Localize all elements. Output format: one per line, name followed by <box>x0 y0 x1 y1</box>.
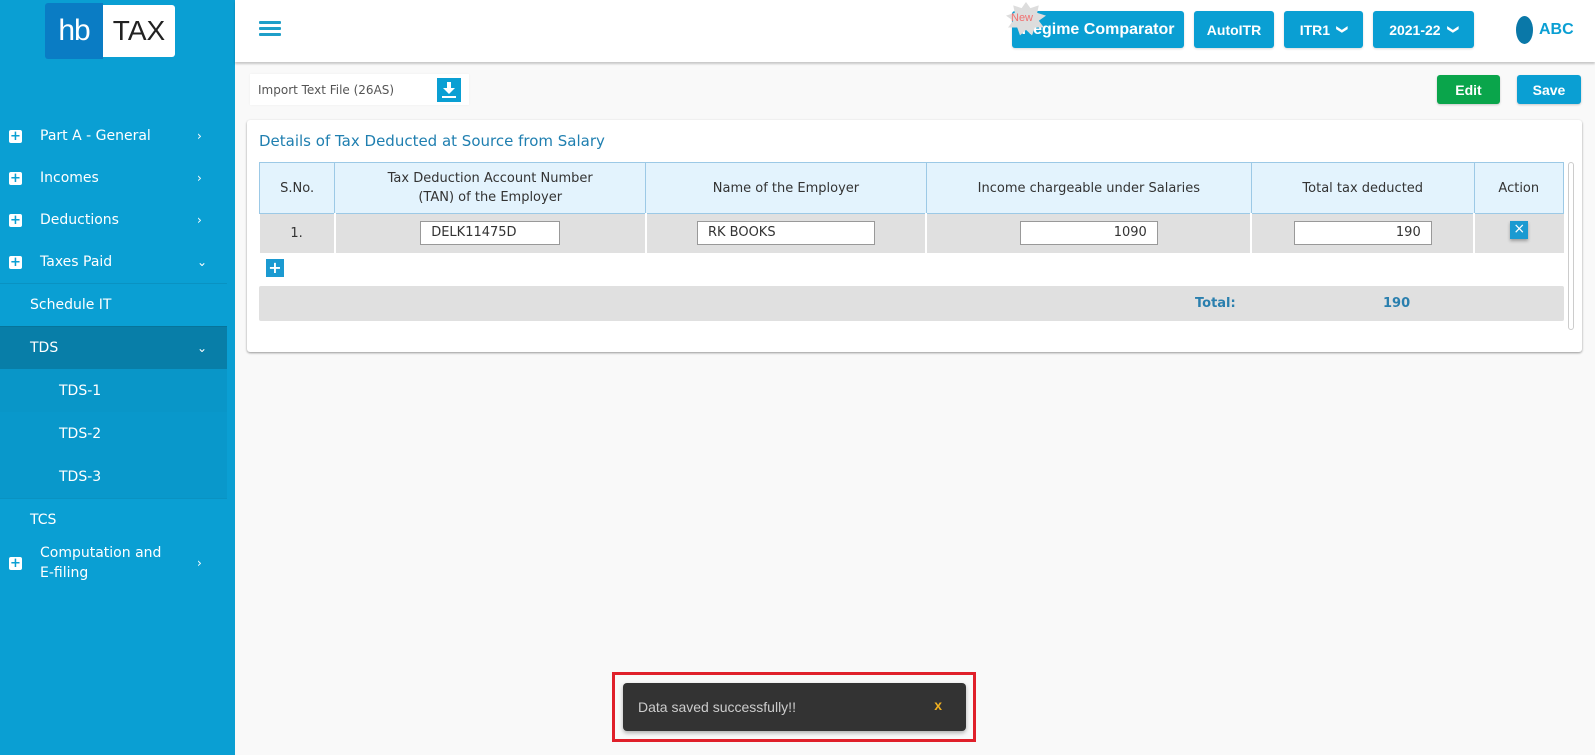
total-label: Total: <box>1195 296 1236 311</box>
sidebar-item-label: Computation and E-filing <box>40 545 162 581</box>
save-label: Save <box>1532 81 1566 98</box>
assessment-year-value: 2021-22 <box>1389 21 1441 38</box>
tax-deducted-input[interactable]: 190 <box>1293 221 1432 246</box>
add-row-button[interactable]: + <box>266 259 284 277</box>
plus-square-icon: + <box>9 170 22 186</box>
col-income: Income chargeable under Salaries <box>925 162 1252 214</box>
col-employer: Name of the Employer <box>645 162 927 214</box>
logo-hb: hb <box>45 3 103 59</box>
sidebar-item-label: TDS-1 <box>59 382 102 399</box>
avatar <box>1516 16 1533 44</box>
chevron-down-icon: ⌄ <box>197 255 208 269</box>
sidebar-item-label: TDS-2 <box>59 425 102 442</box>
chevron-right-icon: › <box>197 213 202 227</box>
col-action: Action <box>1473 162 1565 214</box>
new-badge: New <box>1006 2 1046 36</box>
autoitr-button[interactable]: AutoITR <box>1194 11 1274 48</box>
import-text-file: Import Text File (26AS) <box>250 74 469 105</box>
autoitr-label: AutoITR <box>1206 21 1262 38</box>
edit-label: Edit <box>1455 81 1482 98</box>
hamburger-menu-icon[interactable] <box>259 21 281 37</box>
tds-table: S.No. Tax Deduction Account Number (TAN)… <box>258 162 1565 253</box>
col-tan-line2: (TAN) of the Employer <box>418 190 563 205</box>
sidebar-item-label: TCS <box>30 512 57 528</box>
edit-button[interactable]: Edit <box>1437 75 1500 104</box>
sidebar-item-label: Deductions <box>40 212 119 228</box>
income-cell: 1090 <box>926 213 1253 253</box>
itr-form-dropdown[interactable]: ITR1 ❯ <box>1284 11 1363 48</box>
employer-cell: RK BOOKS <box>645 213 928 253</box>
chevron-down-icon: ⌄ <box>197 341 208 355</box>
chevron-down-icon: ❯ <box>1446 24 1459 35</box>
import-download-button[interactable] <box>437 78 461 102</box>
delete-row-button[interactable]: × <box>1510 221 1529 240</box>
total-value: 190 <box>1383 296 1411 311</box>
import-label: Import Text File (26AS) <box>258 82 395 97</box>
card-title: Details of Tax Deducted at Source from S… <box>259 132 605 150</box>
chevron-down-icon: ❯ <box>1336 24 1349 35</box>
plus-square-icon: + <box>9 128 22 144</box>
table-scrollbar[interactable] <box>1568 162 1574 330</box>
col-tan: Tax Deduction Account Number (TAN) of th… <box>334 162 647 214</box>
logo-tax: TAX <box>103 5 175 57</box>
plus-square-icon: + <box>9 254 22 270</box>
plus-square-icon: + <box>9 555 22 571</box>
sidebar-item-schedule-it[interactable]: Schedule IT <box>0 283 227 326</box>
tan-cell: DELK11475D <box>334 213 647 253</box>
sidebar-item-label: Taxes Paid <box>40 254 113 270</box>
sidebar-item-tcs[interactable]: TCS <box>0 498 227 541</box>
tax-cell: 190 <box>1251 213 1476 253</box>
assessment-year-dropdown[interactable]: 2021-22 ❯ <box>1373 11 1474 48</box>
sidebar-item-taxes-paid[interactable]: + Taxes Paid ⌄ <box>0 241 227 283</box>
sidebar-item-label: TDS <box>30 340 59 356</box>
toast-notification: Data saved successfully!! x <box>623 683 966 731</box>
chevron-right-icon: › <box>197 556 202 570</box>
sidebar-item-part-a-general[interactable]: + Part A - General › <box>0 115 227 157</box>
sidebar-item-label: Schedule IT <box>30 297 112 313</box>
sidebar: hb TAX + Part A - General › + Incomes › … <box>0 0 235 755</box>
col-tax: Total tax deducted <box>1250 162 1475 214</box>
save-button[interactable]: Save <box>1517 75 1581 104</box>
new-badge-text: New <box>1011 12 1034 24</box>
employer-name-input[interactable]: RK BOOKS <box>696 221 875 246</box>
user-name: ABC <box>1539 21 1574 38</box>
itr-form-value: ITR1 <box>1299 21 1331 38</box>
action-cell: × <box>1474 213 1564 253</box>
chevron-right-icon: › <box>197 171 202 185</box>
sidebar-item-incomes[interactable]: + Incomes › <box>0 157 227 199</box>
total-row: Total: 190 <box>259 286 1564 321</box>
table-row: 1. DELK11475D RK BOOKS 1090 190 × <box>259 213 1564 253</box>
sidebar-item-tds[interactable]: TDS ⌄ <box>0 326 227 369</box>
sidebar-item-label: Part A - General <box>40 128 151 144</box>
sidebar-nav: + Part A - General › + Incomes › + Deduc… <box>0 115 227 585</box>
toast-message: Data saved successfully!! <box>638 699 796 715</box>
top-header: Regime Comparator New AutoITR ITR1 ❯ 202… <box>235 0 1595 62</box>
row-sno: 1. <box>259 213 336 253</box>
col-tan-line1: Tax Deduction Account Number <box>387 171 593 186</box>
sidebar-item-label: TDS-3 <box>59 468 102 485</box>
chevron-right-icon: › <box>197 129 202 143</box>
sidebar-item-tds-1[interactable]: TDS-1 <box>0 369 227 412</box>
sidebar-item-computation-efiling[interactable]: + Computation and E-filing › <box>0 541 227 585</box>
col-sno: S.No. <box>258 162 336 214</box>
tan-input[interactable]: DELK11475D <box>420 221 561 246</box>
download-icon <box>442 82 456 98</box>
user-menu[interactable]: ABC <box>1516 16 1574 44</box>
income-input[interactable]: 1090 <box>1019 221 1158 246</box>
toast-close-button[interactable]: x <box>934 697 942 713</box>
table-header-row: S.No. Tax Deduction Account Number (TAN)… <box>258 162 1565 214</box>
sidebar-item-tds-3[interactable]: TDS-3 <box>0 455 227 498</box>
sidebar-item-deductions[interactable]: + Deductions › <box>0 199 227 241</box>
plus-square-icon: + <box>9 212 22 228</box>
sidebar-item-tds-2[interactable]: TDS-2 <box>0 412 227 455</box>
tds-salary-card: Details of Tax Deducted at Source from S… <box>247 120 1582 352</box>
sidebar-item-label: Incomes <box>40 170 99 186</box>
logo[interactable]: hb TAX <box>45 3 175 59</box>
